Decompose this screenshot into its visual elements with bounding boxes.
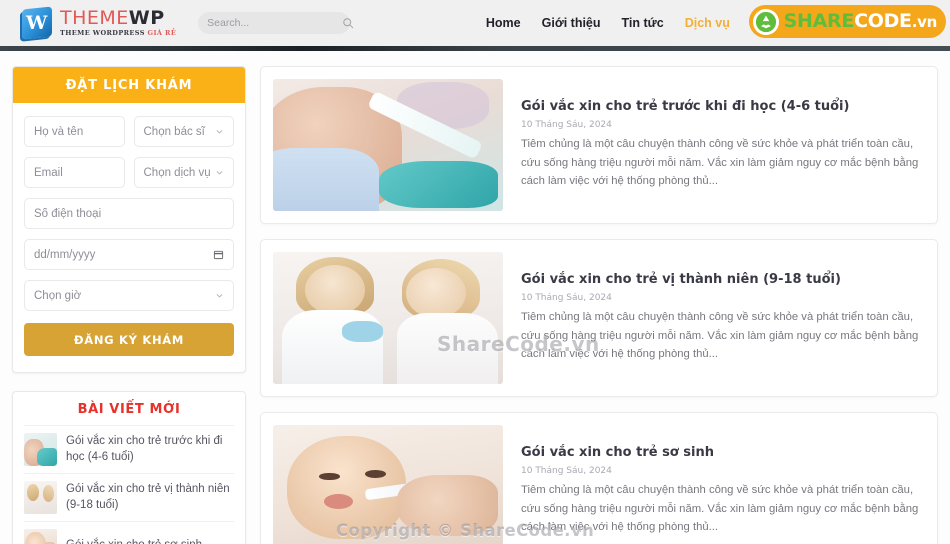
form-row-1: Họ và tên Chọn bác sĩ [24,116,234,147]
chevron-down-icon [216,171,223,175]
email-field-placeholder: Email [34,166,63,179]
nav-item-tin-tuc[interactable]: Tin tức [622,16,664,30]
post-list: Gói vắc xin cho trẻ trước khi đi học (4-… [260,66,938,544]
sidebar: ĐẶT LỊCH KHÁM Họ và tên Chọn bác sĩ Emai… [12,66,246,544]
post-date: 10 Tháng Sáu, 2024 [521,466,612,477]
thumbnail-image [24,481,57,514]
recycle-icon [752,8,779,35]
booking-form-card: ĐẶT LỊCH KHÁM Họ và tên Chọn bác sĩ Emai… [12,66,246,373]
post-thumbnail[interactable] [273,79,503,211]
nav-item-dich-vu[interactable]: Dịch vụ [685,16,730,30]
recent-post-title: Gói vắc xin cho trẻ vị thành niên (9-18 … [66,482,230,511]
nav-item-gioi-thieu[interactable]: Giới thiệu [542,16,601,30]
service-select-label: Chọn dịch vụ [143,166,211,179]
post-date: 10 Tháng Sáu, 2024 [521,293,612,304]
list-item[interactable]: Gói vắc xin cho trẻ trước khi đi học (4-… [24,425,234,473]
logo-tagline-main: THEME WORDPRESS [60,29,145,38]
sharecode-word-tld: .vn [911,13,938,31]
doctor-select[interactable]: Chọn bác sĩ [133,116,234,147]
search-icon[interactable] [342,17,354,29]
logo-title-wp: WP [128,7,165,30]
logo-tagline-accent: GIÁ RẺ [147,29,177,38]
post-title[interactable]: Gói vắc xin cho trẻ sơ sinh [521,445,925,461]
chevron-down-icon [216,130,223,134]
post-card[interactable]: Gói vắc xin cho trẻ trước khi đi học (4-… [260,66,938,224]
chevron-down-icon [216,294,223,298]
form-row-2: Email Chọn dịch vụ [24,157,234,188]
recent-post-title: Gói vắc xin cho trẻ sơ sinh [66,538,202,544]
post-title[interactable]: Gói vắc xin cho trẻ trước khi đi học (4-… [521,99,925,115]
thumbnail-image [24,433,57,466]
phone-field-placeholder: Số điện thoại [34,207,102,220]
recent-posts-card: BÀI VIẾT MỚI Gói vắc xin cho trẻ trước k… [12,391,246,544]
recent-post-title: Gói vắc xin cho trẻ trước khi đi học (4-… [66,434,223,463]
nav-item-home[interactable]: Home [486,16,521,30]
post-excerpt: Tiêm chủng là một câu chuyện thành công … [521,311,919,360]
recent-posts-title: BÀI VIẾT MỚI [77,402,181,417]
post-thumbnail[interactable] [273,425,503,544]
phone-field[interactable]: Số điện thoại [24,198,234,229]
email-field[interactable]: Email [24,157,125,188]
sharecode-watermark-badge: SHARECODE.vn [748,5,946,38]
post-excerpt: Tiêm chủng là một câu chuyện thành công … [521,484,919,533]
wordpress-icon: W [22,6,52,40]
post-date: 10 Tháng Sáu, 2024 [521,120,612,131]
post-card[interactable]: Gói vắc xin cho trẻ sơ sinh 10 Tháng Sáu… [260,412,938,544]
doctor-select-label: Chọn bác sĩ [143,125,205,138]
logo-text: THEMEWP THEME WORDPRESS GIÁ RẺ [60,9,176,37]
time-select[interactable]: Chọn giờ [24,280,234,311]
register-exam-button[interactable]: ĐĂNG KÝ KHÁM [24,323,234,356]
post-title[interactable]: Gói vắc xin cho trẻ vị thành niên (9-18 … [521,272,925,288]
sharecode-word-share: SHARE [783,10,855,32]
sharecode-word-code: CODE [854,10,912,32]
post-excerpt: Tiêm chủng là một câu chuyện thành công … [521,138,919,187]
list-item[interactable]: Gói vắc xin cho trẻ sơ sinh [24,521,234,544]
logo-title-theme: THEME [60,7,129,30]
service-select[interactable]: Chọn dịch vụ [133,157,234,188]
site-logo[interactable]: W THEMEWP THEME WORDPRESS GIÁ RẺ [22,6,176,40]
list-item[interactable]: Gói vắc xin cho trẻ vị thành niên (9-18 … [24,473,234,521]
search-box[interactable] [198,12,354,34]
hero-banner-strip [0,46,950,51]
thumbnail-image [24,529,57,544]
date-field[interactable]: dd/mm/yyyy [24,239,234,270]
search-input[interactable] [207,17,343,29]
name-field-placeholder: Họ và tên [34,125,84,138]
booking-form-title: ĐẶT LỊCH KHÁM [13,67,245,103]
time-select-label: Chọn giờ [34,289,82,302]
date-field-placeholder: dd/mm/yyyy [34,248,96,261]
name-field[interactable]: Họ và tên [24,116,125,147]
calendar-icon[interactable] [213,249,224,260]
post-card[interactable]: Gói vắc xin cho trẻ vị thành niên (9-18 … [260,239,938,397]
page-content: ĐẶT LỊCH KHÁM Họ và tên Chọn bác sĩ Emai… [0,51,950,544]
post-thumbnail[interactable] [273,252,503,384]
